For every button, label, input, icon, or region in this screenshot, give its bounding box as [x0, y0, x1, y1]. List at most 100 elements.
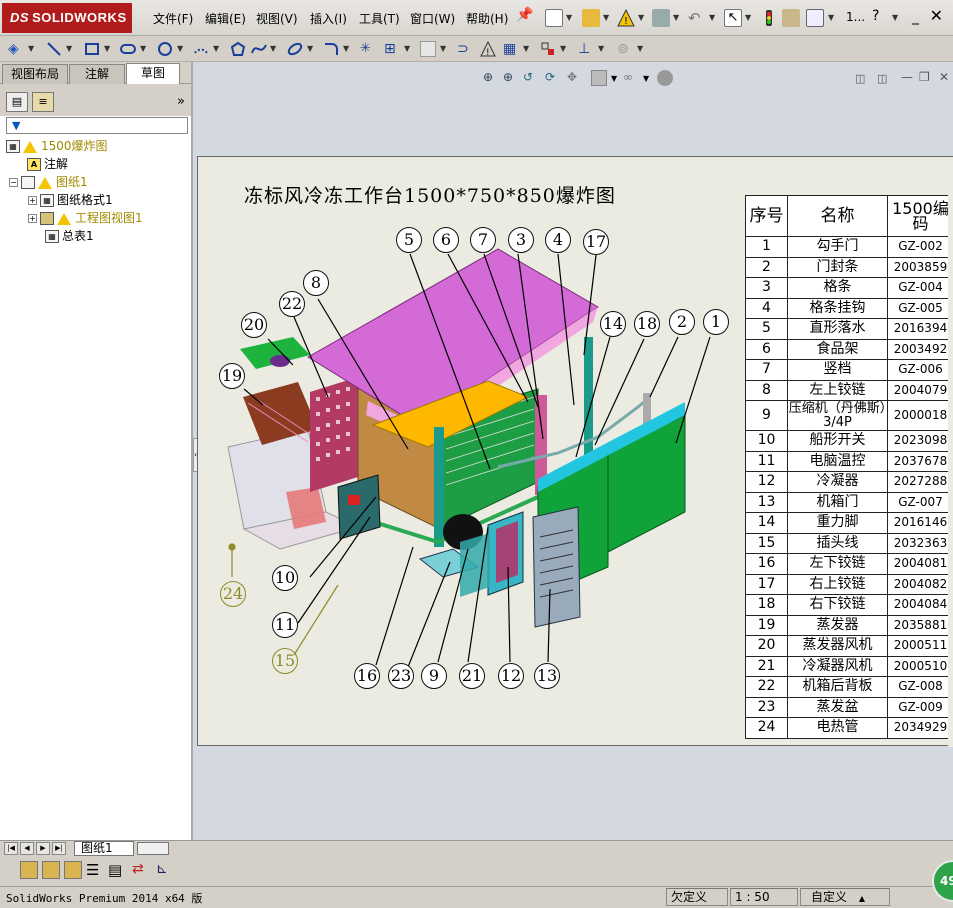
balloon-10[interactable]: 10 — [272, 565, 298, 591]
chevron-down-icon[interactable]: ▼ — [638, 13, 644, 22]
break-view-icon[interactable]: ⇄ — [132, 861, 150, 879]
display-style-icon[interactable] — [591, 70, 607, 86]
bom-row[interactable]: 15 插头线 2032363 — [745, 532, 953, 554]
smart-dimension-icon[interactable]: ◈ — [8, 41, 24, 57]
tree-item-sheet[interactable]: − 图纸1 — [9, 173, 88, 190]
circle-icon[interactable] — [157, 41, 173, 57]
projected-view-icon[interactable] — [42, 861, 60, 879]
bom-row[interactable]: 22 机箱后背板 GZ-008 — [745, 676, 953, 698]
balloon-3[interactable]: 3 — [508, 227, 534, 253]
chevron-down-icon[interactable]: ▼ — [560, 44, 566, 53]
sheet-tab-1[interactable]: 图纸1 — [74, 841, 134, 856]
drawing-sheet[interactable]: 冻标风冷冻工作台1500*750*850爆炸图 5 6 7 3 4 17 8 2… — [197, 156, 953, 747]
balloon-5[interactable]: 5 — [396, 227, 422, 253]
prev-sheet-arrow-icon[interactable]: ◀ — [20, 842, 34, 855]
tab-annotation[interactable]: 注解 — [69, 64, 125, 84]
tree-item-sheet-format[interactable]: + ▦ 图纸格式1 — [28, 191, 113, 208]
balloon-2[interactable]: 2 — [669, 309, 695, 335]
chevron-down-icon[interactable]: ▼ — [177, 44, 183, 53]
bom-row[interactable]: 19 蒸发器 2035881 — [745, 614, 953, 636]
add-sheet-button[interactable] — [137, 842, 169, 855]
auxiliary-view-icon[interactable] — [64, 861, 82, 879]
collapse-icon[interactable]: − — [9, 178, 18, 187]
balloon-17[interactable]: 17 — [583, 229, 609, 255]
close-icon[interactable]: ✕ — [930, 6, 943, 25]
mirror-warning-icon[interactable]: ! — [480, 40, 496, 58]
bom-row[interactable]: 17 右上铰链 2004082 — [745, 573, 953, 595]
options-icon[interactable] — [806, 9, 824, 27]
menu-insert[interactable]: 插入(I) — [310, 10, 347, 27]
chevron-down-icon[interactable]: ▼ — [603, 13, 609, 22]
bom-row[interactable]: 6 食品架 2003492 — [745, 338, 953, 360]
chevron-down-icon[interactable]: ▼ — [404, 44, 410, 53]
appearance-icon[interactable] — [657, 70, 673, 86]
spline-icon[interactable] — [251, 41, 267, 57]
balloon-7[interactable]: 7 — [470, 227, 496, 253]
chevron-down-icon[interactable]: ▼ — [440, 44, 446, 53]
next-sheet-arrow-icon[interactable]: ▶ — [36, 842, 50, 855]
rectangle-icon[interactable] — [84, 41, 100, 57]
chevron-down-icon[interactable]: ▼ — [709, 13, 715, 22]
sheet-scale[interactable]: 1 : 50 — [730, 888, 798, 906]
print-icon[interactable] — [652, 9, 670, 27]
crop-view-icon[interactable]: ⊾ — [156, 861, 174, 879]
undo-icon[interactable]: ↶ — [688, 9, 706, 27]
menu-file[interactable]: 文件(F) — [153, 10, 193, 27]
menu-help[interactable]: 帮助(H) — [466, 10, 508, 27]
fillet-icon[interactable] — [323, 41, 339, 57]
chevron-down-icon[interactable]: ▼ — [892, 13, 898, 22]
new-document-icon[interactable] — [545, 9, 563, 27]
ellipse-icon[interactable] — [287, 41, 303, 57]
doc-close-icon[interactable]: ✕ — [939, 70, 949, 84]
rotate-icon[interactable]: ⟳ — [545, 70, 561, 86]
bom-row[interactable]: 20 蒸发器风机 2000511 — [745, 635, 953, 657]
doc-restore-icon[interactable]: ❐ — [919, 70, 930, 84]
slot-icon[interactable] — [120, 41, 136, 57]
bom-row[interactable]: 11 电脑温控 2037678 — [745, 450, 953, 472]
balloon-4[interactable]: 4 — [545, 227, 571, 253]
convert-entities-icon[interactable] — [420, 41, 436, 57]
feature-tree-tab-icon[interactable]: ▤ — [6, 92, 28, 112]
balloon-22[interactable]: 22 — [279, 291, 305, 317]
chevron-down-icon[interactable]: ▼ — [566, 13, 572, 22]
bom-row[interactable]: 21 冷凝器风机 2000510 — [745, 655, 953, 677]
zoom-to-fit-icon[interactable]: ⊕ — [483, 70, 499, 86]
arc-icon[interactable] — [193, 41, 209, 57]
tab-view-layout[interactable]: 视图布局 — [2, 64, 68, 84]
bom-row[interactable]: 9 压缩机（丹佛斯）3/4P 2000018 — [745, 400, 953, 431]
view-split-horizontal-icon[interactable]: ◫ — [877, 72, 887, 85]
balloon-18[interactable]: 18 — [634, 311, 660, 337]
chevron-down-icon[interactable]: ▼ — [673, 13, 679, 22]
chevron-down-icon[interactable]: ▼ — [598, 44, 604, 53]
bom-row[interactable]: 12 冷凝器 2027288 — [745, 471, 953, 493]
balloon-13[interactable]: 13 — [534, 663, 560, 689]
menu-edit[interactable]: 编辑(E) — [205, 10, 246, 27]
tree-item-drawing-view[interactable]: + 工程图视图1 — [28, 209, 143, 226]
balloon-20[interactable]: 20 — [241, 312, 267, 338]
trim-icon[interactable]: ⊞ — [384, 41, 400, 57]
chevron-down-icon[interactable]: ▼ — [307, 44, 313, 53]
chevron-down-icon[interactable]: ▼ — [637, 44, 643, 53]
menu-window[interactable]: 窗口(W) — [410, 10, 455, 27]
detail-view-icon[interactable]: ▤ — [108, 861, 126, 879]
display-relations-icon[interactable]: ⊥ — [578, 41, 594, 57]
balloon-16[interactable]: 16 — [354, 663, 380, 689]
balloon-11[interactable]: 11 — [272, 612, 298, 638]
hide-show-items-icon[interactable]: ∞ — [623, 70, 639, 86]
bom-row[interactable]: 24 电热管 2034929 — [745, 717, 953, 739]
balloon-14[interactable]: 14 — [600, 311, 626, 337]
warning-save-icon[interactable]: ! — [617, 8, 635, 27]
open-folder-icon[interactable] — [582, 9, 600, 27]
balloon-8[interactable]: 8 — [303, 270, 329, 296]
polygon-icon[interactable] — [230, 41, 246, 57]
line-icon[interactable] — [46, 41, 62, 57]
bom-row[interactable]: 4 格条挂钩 GZ-005 — [745, 297, 953, 319]
point-icon[interactable]: ✳ — [360, 41, 376, 57]
offset-icon[interactable]: ⊃ — [457, 41, 473, 57]
units-selector[interactable]: 自定义 ▲ — [800, 888, 890, 906]
balloon-9[interactable]: 9 — [421, 663, 447, 689]
bill-of-materials-table[interactable]: 序号 名称 1500编码 1 勾手门 GZ-002 2 门封条 2003859 3 格条 GZ-… — [745, 195, 953, 739]
pan-icon[interactable]: ✥ — [567, 70, 583, 86]
tree-item-bom[interactable]: ▦ 总表1 — [45, 227, 94, 244]
expand-icon[interactable]: + — [28, 196, 37, 205]
